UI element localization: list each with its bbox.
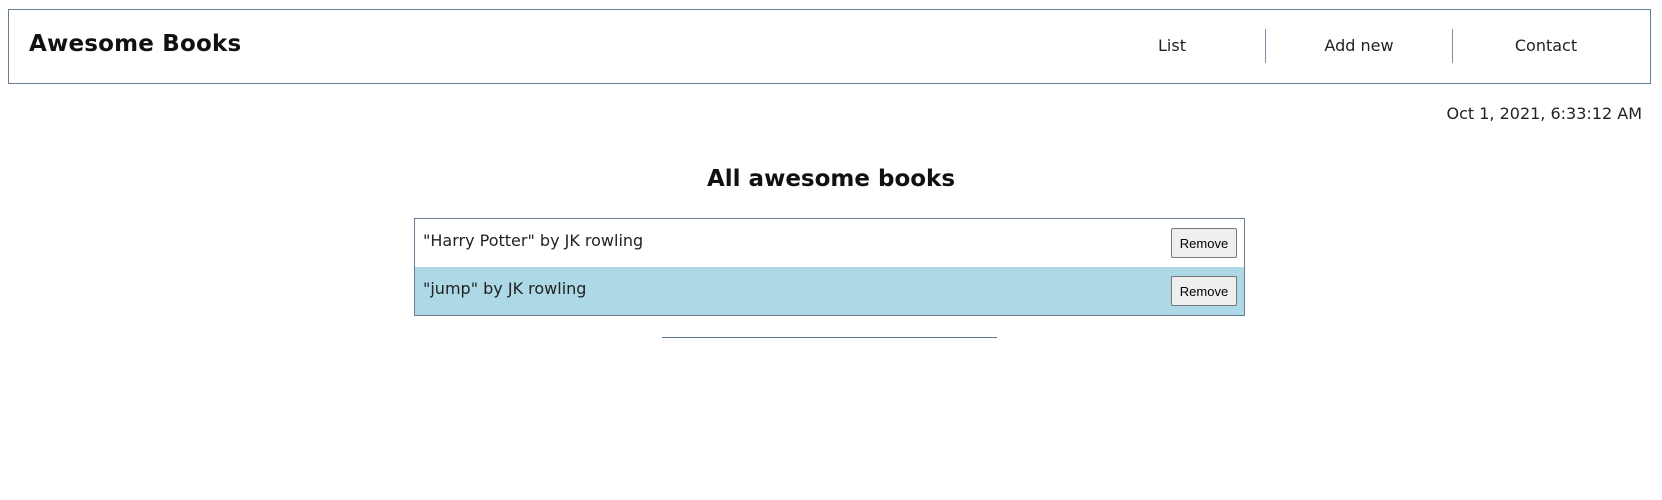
main-nav: List Add new Contact xyxy=(1079,29,1639,63)
site-header: Awesome Books List Add new Contact xyxy=(8,9,1651,84)
book-row: "jump" by JK rowling Remove xyxy=(415,267,1244,315)
page-title: All awesome books xyxy=(706,166,956,192)
remove-button[interactable]: Remove xyxy=(1171,276,1237,306)
book-title-author: "jump" by JK rowling xyxy=(423,278,587,298)
nav-add-new-link[interactable]: Add new xyxy=(1265,29,1452,63)
remove-button[interactable]: Remove xyxy=(1171,228,1237,258)
nav-contact-link[interactable]: Contact xyxy=(1452,29,1639,63)
section-divider xyxy=(662,337,997,338)
nav-list-link[interactable]: List xyxy=(1079,29,1265,63)
book-row: "Harry Potter" by JK rowling Remove xyxy=(415,219,1244,267)
book-title-author: "Harry Potter" by JK rowling xyxy=(423,230,644,250)
book-list: "Harry Potter" by JK rowling Remove "jum… xyxy=(414,218,1245,316)
brand-logo: Awesome Books xyxy=(29,31,242,57)
current-date: Oct 1, 2021, 6:33:12 AM xyxy=(1446,104,1642,123)
